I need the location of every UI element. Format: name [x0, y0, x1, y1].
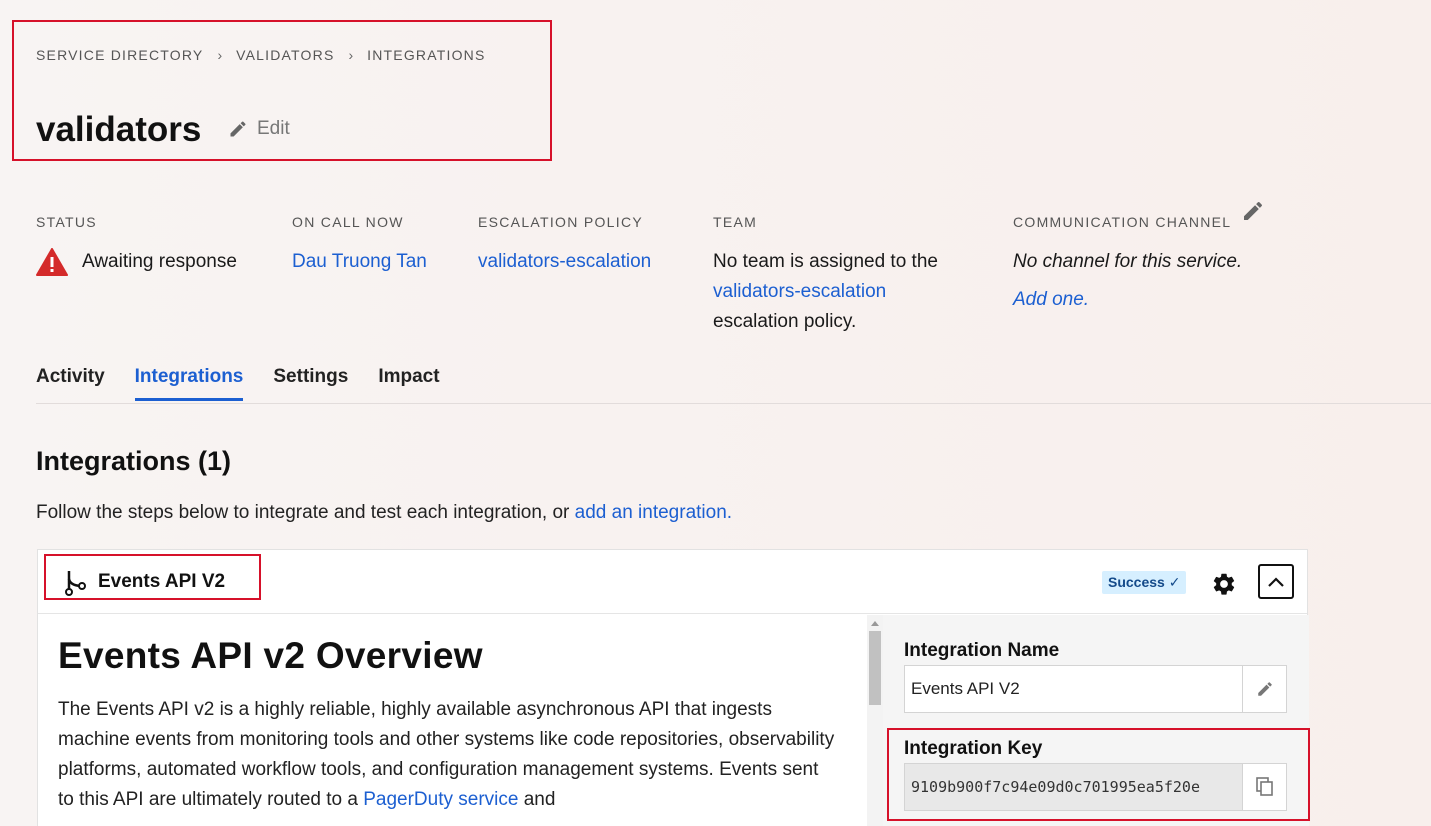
scroll-thumb[interactable]	[869, 631, 881, 705]
integrations-intro: Follow the steps below to integrate and …	[36, 502, 732, 524]
edit-title-button[interactable]: Edit	[228, 118, 290, 140]
integration-card: Events API V2 Success ✓ Events API v2 Ov…	[37, 549, 1309, 826]
escalation-policy-link[interactable]: validators-escalation	[478, 251, 651, 272]
integration-key-field: 9109b900f7c94e09d0c701995ea5f20e	[904, 763, 1287, 811]
tabs-divider	[36, 403, 1431, 404]
collapse-button[interactable]	[1258, 564, 1294, 599]
team-label: TEAM	[713, 214, 758, 230]
tab-integrations[interactable]: Integrations	[134, 366, 244, 401]
pencil-icon	[230, 121, 246, 137]
channel-section: COMMUNICATION CHANNEL No channel for thi…	[1013, 214, 1242, 315]
add-channel-link[interactable]: Add one.	[1013, 289, 1089, 310]
escalation-label: ESCALATION POLICY	[478, 214, 643, 230]
on-call-user-link[interactable]: Dau Truong Tan	[292, 251, 427, 272]
add-integration-link[interactable]: add an integration.	[575, 502, 732, 523]
edit-channel-pencil-icon[interactable]	[1241, 199, 1265, 223]
chevron-up-icon	[1268, 576, 1284, 587]
tab-settings[interactable]: Settings	[273, 366, 348, 401]
tab-impact[interactable]: Impact	[378, 366, 439, 401]
integration-details-panel: Integration Name Events API V2 Integrati…	[883, 615, 1309, 826]
integration-name-input[interactable]: Events API V2	[905, 666, 1242, 712]
on-call-section: ON CALL NOW Dau Truong Tan	[292, 214, 427, 277]
doc-body: The Events API v2 is a highly reliable, …	[58, 695, 838, 815]
breadcrumb-separator: ›	[348, 47, 354, 63]
integration-title-text: Events API V2	[98, 571, 226, 592]
status-value: Awaiting response	[82, 251, 237, 272]
on-call-label: ON CALL NOW	[292, 214, 404, 230]
intro-text: Follow the steps below to integrate and …	[36, 502, 570, 523]
page-title: validators	[36, 110, 202, 149]
team-text-before: No team is assigned to the	[713, 251, 938, 272]
docs-scrollbar[interactable]	[867, 615, 883, 826]
integration-branch-icon	[65, 571, 86, 596]
integrations-heading: Integrations (1)	[36, 446, 232, 476]
edit-label: Edit	[257, 118, 290, 139]
status-section: STATUS Awaiting response	[36, 214, 237, 277]
integration-docs-pane: Events API v2 Overview The Events API v2…	[38, 615, 866, 826]
channel-label: COMMUNICATION CHANNEL	[1013, 214, 1232, 230]
warning-triangle-icon	[36, 248, 68, 276]
team-escalation-link[interactable]: validators-escalation	[713, 281, 886, 302]
integration-key-label: Integration Key	[904, 738, 1043, 759]
integration-card-header: Events API V2 Success ✓	[38, 550, 1307, 614]
tab-activity[interactable]: Activity	[36, 366, 105, 401]
copy-key-button[interactable]	[1242, 764, 1286, 810]
breadcrumb: SERVICE DIRECTORY › VALIDATORS › INTEGRA…	[36, 47, 486, 63]
breadcrumb-integrations[interactable]: INTEGRATIONS	[367, 47, 485, 63]
breadcrumb-separator: ›	[217, 47, 223, 63]
copy-icon	[1255, 777, 1273, 796]
integration-name-label: Integration Name	[904, 640, 1060, 661]
integration-name-field: Events API V2	[904, 665, 1287, 713]
doc-body-text-after: and	[523, 789, 556, 810]
status-label: STATUS	[36, 214, 97, 230]
team-text-after: escalation policy.	[713, 311, 857, 332]
team-section: TEAM No team is assigned to the validato…	[713, 214, 938, 337]
breadcrumb-service-directory[interactable]: SERVICE DIRECTORY	[36, 47, 203, 63]
breadcrumb-validators[interactable]: VALIDATORS	[236, 47, 334, 63]
gear-icon[interactable]	[1211, 571, 1237, 597]
pencil-icon	[1257, 682, 1272, 696]
integration-key-value[interactable]: 9109b900f7c94e09d0c701995ea5f20e	[905, 764, 1242, 810]
tab-bar: Activity Integrations Settings Impact	[36, 366, 440, 401]
pagerduty-service-link[interactable]: PagerDuty service	[363, 789, 518, 810]
scroll-up-arrow-icon[interactable]	[871, 621, 879, 626]
status-badge: Success ✓	[1102, 571, 1187, 594]
doc-title: Events API v2 Overview	[58, 635, 483, 676]
edit-name-button[interactable]	[1242, 666, 1286, 712]
escalation-section: ESCALATION POLICY validators-escalation	[478, 214, 651, 277]
integration-title[interactable]: Events API V2	[62, 568, 225, 596]
channel-empty-text: No channel for this service.	[1013, 251, 1243, 272]
